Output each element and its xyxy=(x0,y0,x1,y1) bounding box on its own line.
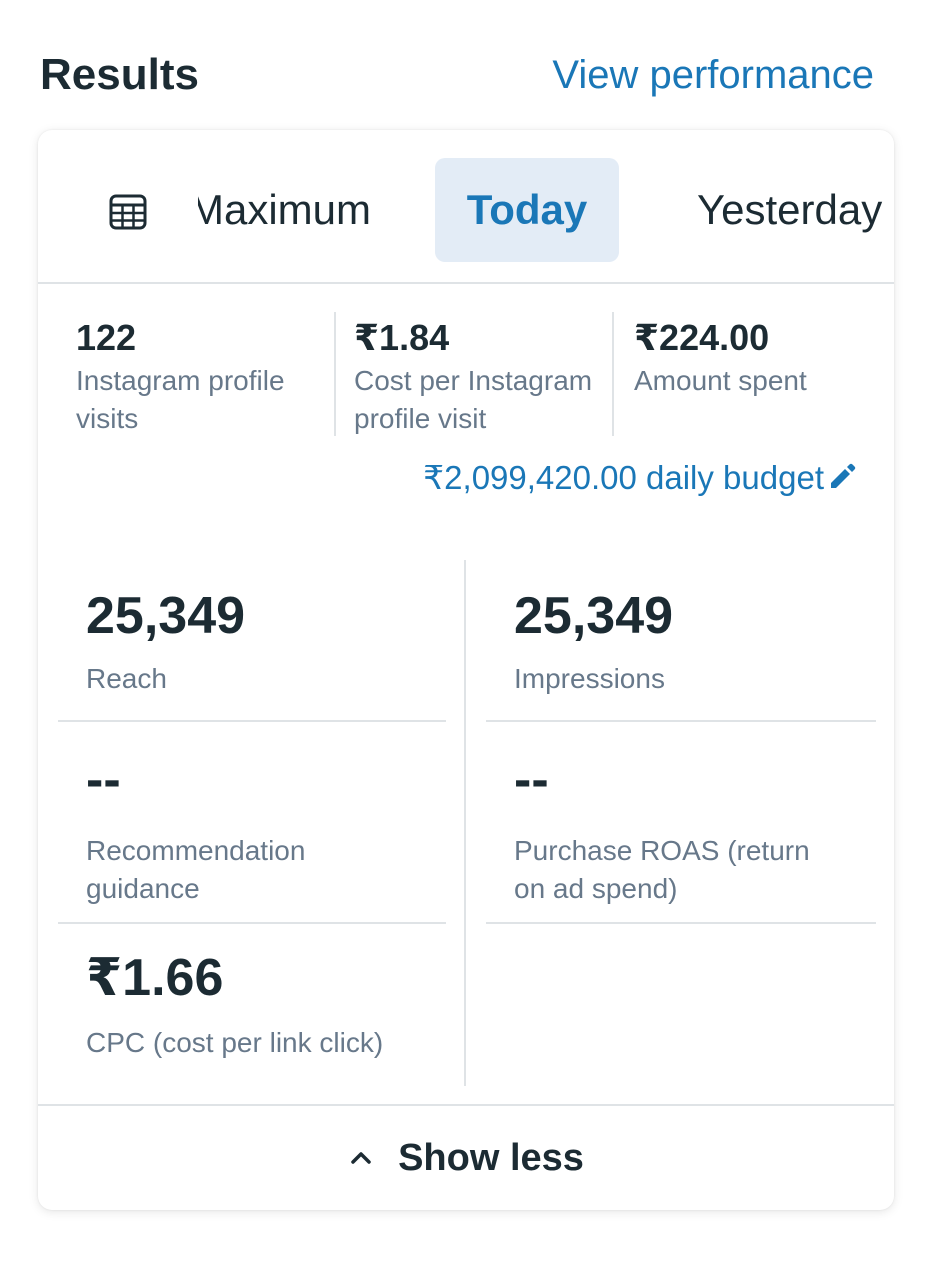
date-range-tabs: Maximum Today Yesterday xyxy=(38,130,894,284)
daily-budget-text: ₹2,099,420.00 daily budget xyxy=(423,458,824,496)
metric-reach: 25,349 Reach xyxy=(58,558,446,722)
metrics-grid: 25,349 Reach 25,349 Impressions -- Recom… xyxy=(38,558,894,1086)
calendar-button[interactable] xyxy=(102,186,154,238)
daily-budget-link[interactable]: ₹2,099,420.00 daily budget xyxy=(423,452,858,502)
metric-value: 25,349 xyxy=(86,587,246,645)
summary-value: ₹224.00 xyxy=(634,317,770,358)
summary-amount-spent: ₹224.00 Amount spent xyxy=(612,312,862,436)
show-less-label: Show less xyxy=(398,1136,584,1179)
summary-profile-visits: 122 Instagram profile visits xyxy=(76,312,326,436)
results-card: Maximum Today Yesterday 122 Instagram pr… xyxy=(38,130,894,1210)
tab-yesterday-label: Yesterday xyxy=(697,186,883,233)
calendar-grid-icon xyxy=(109,194,147,230)
metric-value: -- xyxy=(86,751,121,809)
summary-value: 122 xyxy=(76,317,137,358)
metric-label: Purchase ROAS (return on ad spend) xyxy=(514,835,810,904)
metric-impressions: 25,349 Impressions xyxy=(486,558,876,722)
results-header: Results View performance xyxy=(40,40,876,110)
metric-label: Reach xyxy=(86,663,167,694)
page-title: Results xyxy=(40,50,199,99)
metric-label: Recommendation guidance xyxy=(86,835,306,904)
summary-stats: 122 Instagram profile visits ₹1.84 Cost … xyxy=(38,312,894,436)
metric-purchase-roas: -- Purchase ROAS (return on ad spend) xyxy=(486,722,876,924)
tab-today-label: Today xyxy=(466,186,588,233)
metric-recommendation-guidance: -- Recommendation guidance xyxy=(58,722,446,924)
metric-value: -- xyxy=(514,751,549,809)
tab-yesterday[interactable]: Yesterday xyxy=(694,158,894,262)
chevron-up-icon xyxy=(348,1145,374,1171)
view-performance-link[interactable]: View performance xyxy=(552,53,874,98)
summary-label: Instagram profile visits xyxy=(76,365,285,434)
metrics-divider xyxy=(464,560,466,1086)
pencil-edit-icon xyxy=(826,461,858,493)
metric-label: CPC (cost per link click) xyxy=(86,1027,384,1058)
summary-label: Amount spent xyxy=(634,365,807,396)
summary-label: Cost per Instagram profile visit xyxy=(354,365,593,434)
summary-value: ₹1.84 xyxy=(354,317,450,358)
metric-value: 25,349 xyxy=(514,587,674,645)
metric-label: Impressions xyxy=(514,663,665,694)
metric-value: ₹1.66 xyxy=(86,949,224,1007)
metric-cpc: ₹1.66 CPC (cost per link click) xyxy=(58,924,446,1086)
results-page: Results View performance Maximum Today Y… xyxy=(0,0,932,1280)
show-less-button[interactable]: Show less xyxy=(38,1104,894,1210)
tab-maximum[interactable]: Maximum xyxy=(198,158,398,262)
tab-today[interactable]: Today xyxy=(435,158,619,262)
tab-maximum-label: Maximum xyxy=(198,186,372,233)
summary-cost-per-visit: ₹1.84 Cost per Instagram profile visit xyxy=(334,312,612,436)
